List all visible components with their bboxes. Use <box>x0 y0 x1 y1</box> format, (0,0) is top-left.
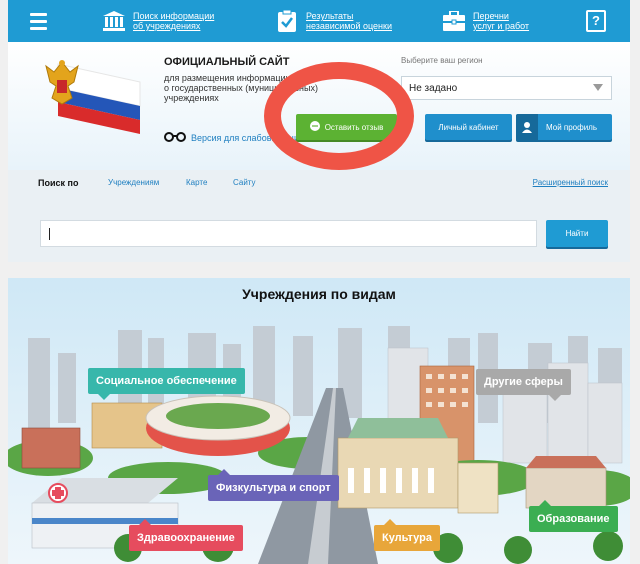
search-input[interactable] <box>40 220 537 247</box>
region-label: Выберите ваш регион <box>401 56 483 65</box>
personal-cabinet-button[interactable]: Личный кабинет <box>425 114 512 140</box>
search-tab-institutions[interactable]: Учреждениям <box>108 178 159 187</box>
category-label: Другие сферы <box>484 376 563 388</box>
region-value: Не задано <box>409 82 458 94</box>
nav-search-institutions[interactable]: Поиск информации об учреждениях <box>103 0 214 42</box>
category-other-spheres[interactable]: Другие сферы <box>476 369 571 401</box>
search-tab-map[interactable]: Карте <box>186 178 207 187</box>
label-pointer <box>98 394 110 400</box>
top-navigation: Поиск информации об учреждениях Результат… <box>8 0 630 42</box>
category-label: Здравоохранение <box>137 532 235 544</box>
my-profile-label: Мой профиль <box>546 122 598 132</box>
nav-services-list[interactable]: Перечни услуг и работ <box>443 0 529 42</box>
search-section: Поиск по Учреждениям Карте Сайту Расшире… <box>8 170 630 262</box>
categories-title: Учреждения по видам <box>242 286 396 302</box>
annotation-circle <box>264 62 414 170</box>
state-emblem-logo[interactable] <box>40 54 150 134</box>
category-sport[interactable]: Физкультура и спорт <box>208 469 339 501</box>
category-label: Культура <box>382 532 432 544</box>
advanced-search-link[interactable]: Расширенный поиск <box>533 178 608 187</box>
category-label: Физкультура и спорт <box>216 482 331 494</box>
search-by-label: Поиск по <box>38 178 79 188</box>
my-profile-button[interactable]: Мой профиль <box>516 114 612 140</box>
category-label: Социальное обеспечение <box>96 375 237 387</box>
category-culture[interactable]: Культура <box>374 519 440 551</box>
nav-label: Поиск информации об учреждениях <box>133 11 215 31</box>
find-button[interactable]: Найти <box>546 220 608 247</box>
nav-label: Перечни услуг и работ <box>473 11 530 31</box>
nav-label: Результаты независимой оценки <box>306 11 392 31</box>
search-tab-site[interactable]: Сайту <box>233 178 256 187</box>
label-pointer <box>539 500 551 506</box>
region-select[interactable]: Не задано <box>401 76 612 100</box>
chevron-down-icon <box>593 84 603 91</box>
menu-icon[interactable] <box>8 0 68 42</box>
text-caret <box>49 227 50 240</box>
category-social-security[interactable]: Социальное обеспечение <box>88 368 245 400</box>
nav-independent-evaluation[interactable]: Результаты независимой оценки <box>276 0 392 42</box>
help-icon[interactable]: ? <box>586 10 606 32</box>
institution-categories-panel: Учреждения по видам Социальное обеспечен… <box>8 278 630 564</box>
category-healthcare[interactable]: Здравоохранение <box>129 519 243 551</box>
site-title: ОФИЦИАЛЬНЫЙ САЙТ <box>164 56 290 68</box>
briefcase-icon <box>443 10 465 32</box>
category-education[interactable]: Образование <box>529 500 618 532</box>
glasses-icon <box>164 129 186 147</box>
category-label: Образование <box>537 513 610 525</box>
label-pointer <box>218 469 230 475</box>
checklist-icon <box>276 10 298 32</box>
label-pointer <box>384 519 396 525</box>
label-pointer <box>139 519 151 525</box>
building-icon <box>103 10 125 32</box>
user-icon <box>516 114 538 140</box>
label-pointer <box>548 395 561 401</box>
